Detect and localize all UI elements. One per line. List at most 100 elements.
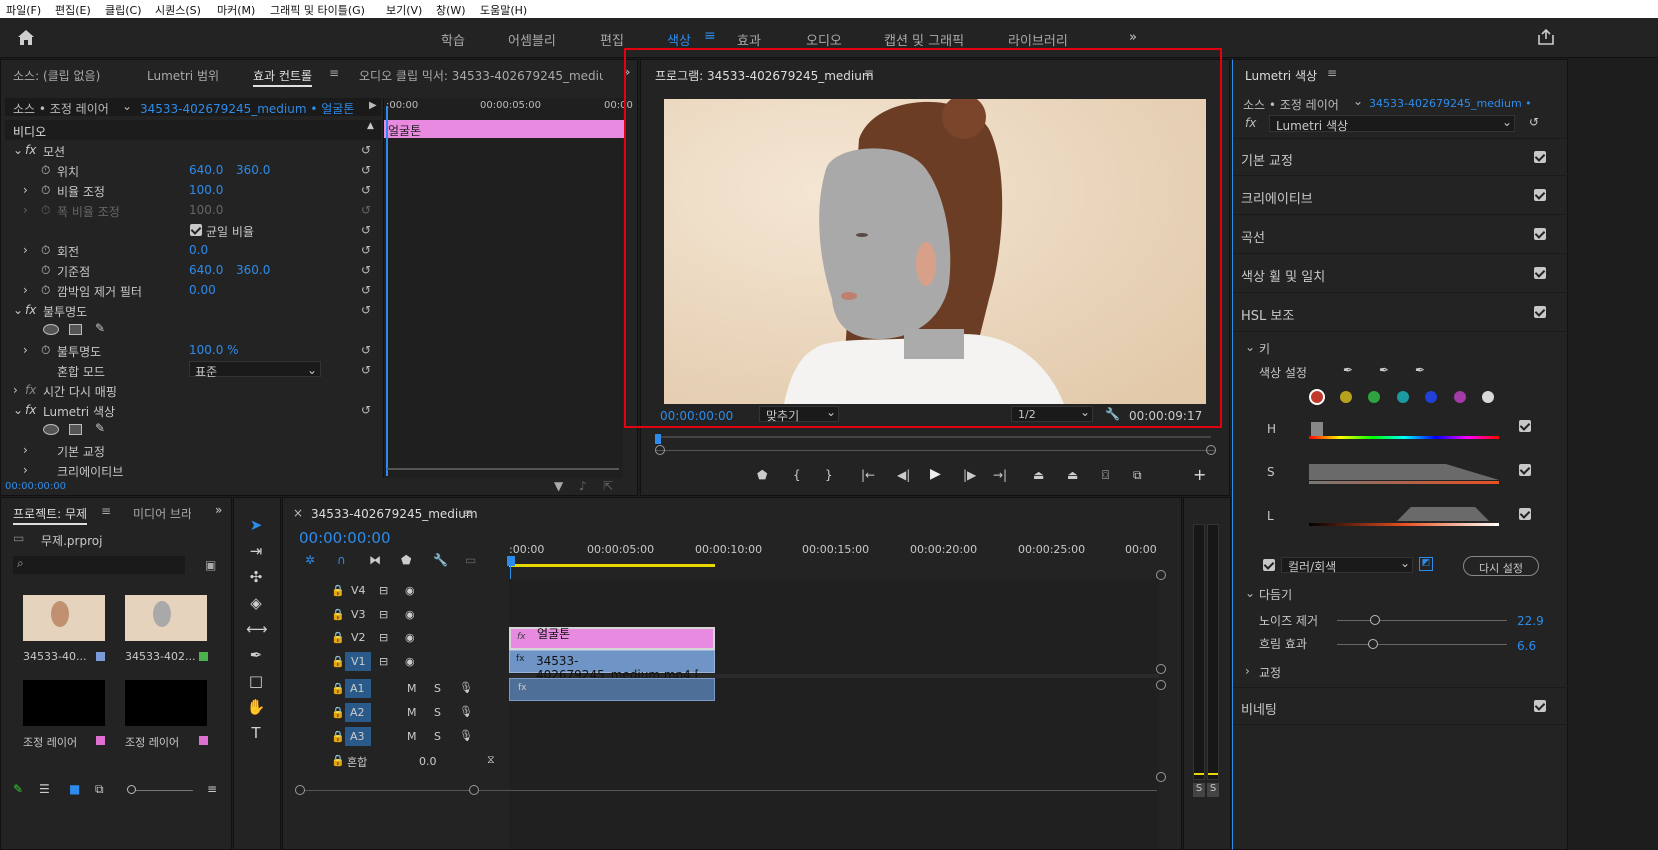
panel-menu-icon[interactable]: ≡ xyxy=(207,782,217,796)
pen-mask-icon[interactable]: ✎ xyxy=(95,321,105,335)
sync-lock-icon[interactable]: ⊟ xyxy=(379,655,388,668)
resolution-select[interactable]: 1/2 ⌄ xyxy=(1011,405,1093,422)
lock-icon[interactable]: 🔒 xyxy=(331,682,345,695)
workspace-color[interactable]: 색상 xyxy=(667,30,691,49)
program-timecode[interactable]: 00:00:00:00 xyxy=(660,409,733,423)
label-color[interactable] xyxy=(96,736,105,745)
reset-icon[interactable]: ↺ xyxy=(1529,115,1539,129)
hue-checkbox[interactable] xyxy=(1519,420,1531,432)
add-marker-icon[interactable]: ⬟ xyxy=(401,553,411,567)
eye-icon[interactable]: ◉ xyxy=(405,631,415,644)
menu-marker[interactable]: 마커(M) xyxy=(217,2,255,18)
camera-icon[interactable]: ⌼ xyxy=(1102,468,1109,483)
track-label-v2[interactable]: V2 xyxy=(351,631,366,644)
tab-source[interactable]: 소스: (클립 없음) xyxy=(13,67,100,84)
mute-button[interactable]: M xyxy=(407,730,417,743)
track-label-a1[interactable]: A1 xyxy=(345,679,371,698)
playhead[interactable] xyxy=(655,434,661,444)
more-tabs-icon[interactable]: » xyxy=(215,503,222,517)
solo-button[interactable]: S xyxy=(434,730,441,743)
mark-in-icon[interactable]: { xyxy=(793,468,801,482)
flicker-value[interactable]: 0.00 xyxy=(189,283,216,297)
clip-v2[interactable]: fx 얼굴톤 xyxy=(509,627,715,650)
thumbnail[interactable] xyxy=(23,595,105,641)
eyedropper-add-icon[interactable]: ✒ xyxy=(1379,363,1389,377)
anchor-x-value[interactable]: 640.0 xyxy=(189,263,223,277)
invert-mask-icon[interactable]: ◩ xyxy=(1419,557,1433,571)
label-color[interactable] xyxy=(96,652,105,661)
zoom-bar[interactable] xyxy=(656,450,1216,451)
fx-icon[interactable]: fx xyxy=(25,403,36,417)
section-checkbox[interactable] xyxy=(1534,228,1546,240)
playhead[interactable] xyxy=(386,106,388,476)
blur-value[interactable]: 6.6 xyxy=(1517,639,1536,653)
thumbnail[interactable] xyxy=(23,680,105,726)
color-swatch[interactable] xyxy=(1482,391,1494,403)
track-label-v1[interactable]: V1 xyxy=(345,652,371,671)
type-tool-icon[interactable]: T xyxy=(246,724,266,744)
uniform-scale-checkbox[interactable] xyxy=(190,224,202,236)
more-workspaces-icon[interactable]: » xyxy=(1129,30,1137,45)
close-icon[interactable]: × xyxy=(293,506,303,520)
tab-audio-clip-mixer[interactable]: 오디오 클립 믹서: 34533-402679245_mediun xyxy=(359,67,603,84)
sync-lock-icon[interactable]: ⊟ xyxy=(379,631,388,644)
menu-sequence[interactable]: 시퀀스(S) xyxy=(155,2,201,18)
captions-icon[interactable]: ▭ xyxy=(465,553,476,567)
reset-icon[interactable]: ↺ xyxy=(361,263,375,277)
chevron-down-icon[interactable]: ⌄ xyxy=(1245,586,1255,600)
add-marker-icon[interactable]: ⬟ xyxy=(757,468,767,482)
lumetri-clip[interactable]: 34533-402679245_medium • xyxy=(1369,97,1532,110)
menu-window[interactable]: 창(W) xyxy=(436,2,466,18)
scroll-handle[interactable] xyxy=(1156,772,1166,782)
pen-mask-icon[interactable]: ✎ xyxy=(95,421,105,435)
lumetri-title[interactable]: Lumetri 색상 xyxy=(1245,67,1317,84)
zoom-scrollbar[interactable] xyxy=(387,468,619,470)
position-y-value[interactable]: 360.0 xyxy=(236,163,270,177)
settings-icon[interactable]: 🔧 xyxy=(433,553,448,567)
go-to-in-icon[interactable]: |← xyxy=(861,468,875,482)
panel-menu-icon[interactable]: ≡ xyxy=(463,506,473,520)
denoise-handle[interactable] xyxy=(1370,615,1380,625)
hue-range-handle[interactable] xyxy=(1311,422,1323,436)
color-gray-checkbox[interactable] xyxy=(1263,559,1275,571)
blur-slider[interactable] xyxy=(1337,644,1507,645)
microphone-icon[interactable]: 🎙 xyxy=(459,681,473,694)
solo-button[interactable]: S xyxy=(434,706,441,719)
reset-button[interactable]: 다시 설정 xyxy=(1463,556,1539,576)
rectangle-tool-icon[interactable]: □ xyxy=(246,672,266,692)
workspace-learn[interactable]: 학습 xyxy=(441,30,465,49)
stopwatch-icon[interactable]: ⏱ xyxy=(41,263,50,278)
lock-icon[interactable]: 🔒 xyxy=(331,706,345,719)
chevron-right-icon[interactable]: › xyxy=(1245,664,1250,678)
home-icon[interactable] xyxy=(17,29,35,46)
rectangle-mask-icon[interactable] xyxy=(69,424,82,435)
playhead[interactable] xyxy=(507,556,515,566)
hue-slider[interactable] xyxy=(1309,436,1499,439)
lightness-range[interactable] xyxy=(1397,507,1489,521)
stopwatch-icon[interactable]: ⏱ xyxy=(41,283,50,298)
sync-lock-icon[interactable]: ⊟ xyxy=(379,584,388,597)
chevron-down-icon[interactable]: ⌄ xyxy=(122,99,132,113)
extract-icon[interactable]: ⏏ xyxy=(1067,468,1078,482)
lock-icon[interactable]: 🔒 xyxy=(331,754,345,767)
workspace-assembly[interactable]: 어셈블리 xyxy=(508,30,556,49)
reset-icon[interactable]: ↺ xyxy=(361,403,375,417)
eye-icon[interactable]: ◉ xyxy=(405,608,415,621)
add-button-icon[interactable]: + xyxy=(1193,465,1206,484)
program-scrubber[interactable] xyxy=(661,436,1211,438)
timeline-timecode[interactable]: 00:00:00:00 xyxy=(299,529,391,547)
basic-correction-label[interactable]: 기본 교정 xyxy=(57,443,105,460)
tab-effect-controls[interactable]: 효과 컨트롤 xyxy=(253,67,313,87)
workspace-audio[interactable]: 오디오 xyxy=(806,30,842,49)
play-icon[interactable]: ▶ xyxy=(930,466,941,482)
eye-icon[interactable]: ◉ xyxy=(405,655,415,668)
play-only-icon[interactable]: ▶ xyxy=(369,100,377,111)
color-swatch[interactable] xyxy=(1396,391,1409,403)
effect-controls-timecode[interactable]: 00:00:00:00 xyxy=(5,481,66,492)
stopwatch-icon[interactable]: ⏱ xyxy=(41,343,50,358)
wrench-icon[interactable]: 🔧 xyxy=(1105,407,1120,421)
comparison-view-icon[interactable]: ⧉ xyxy=(1133,468,1142,483)
color-swatch[interactable] xyxy=(1311,391,1323,403)
track-label-a2[interactable]: A2 xyxy=(345,703,371,722)
list-view-icon[interactable]: ☰ xyxy=(39,782,50,796)
